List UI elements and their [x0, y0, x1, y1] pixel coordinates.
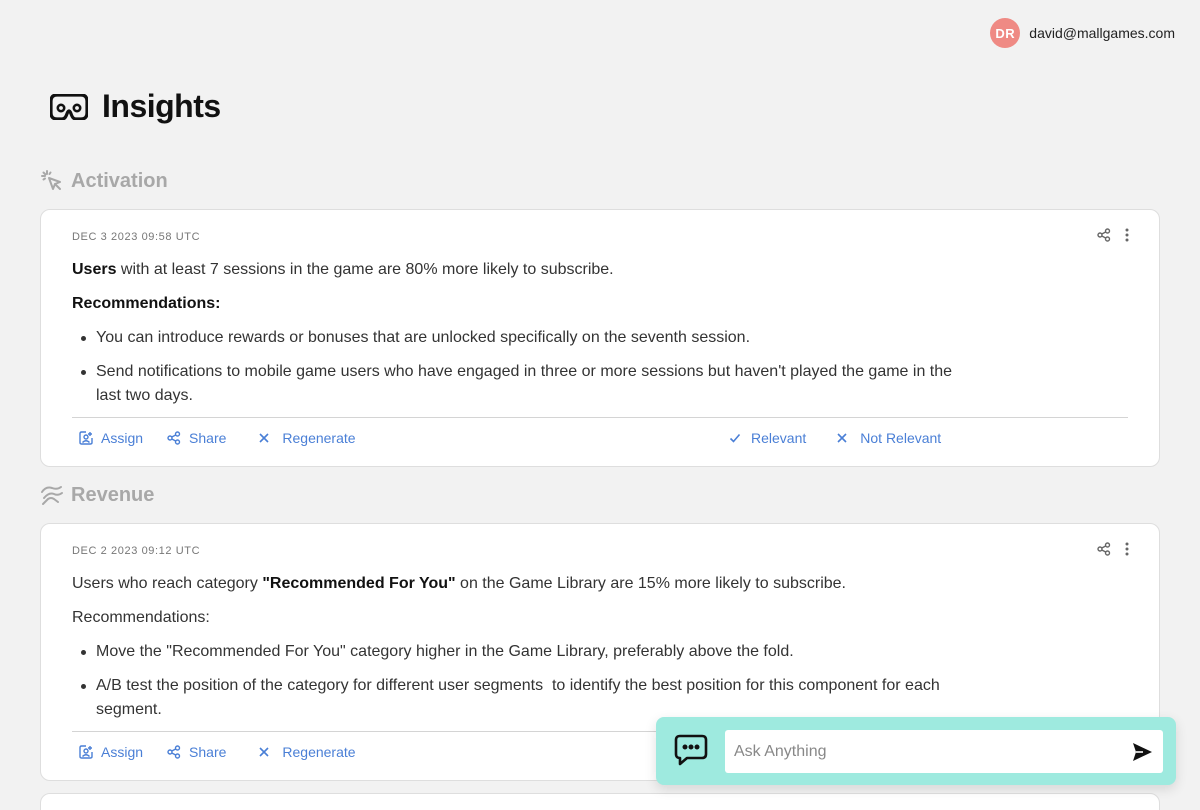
share-icon: [167, 745, 181, 759]
close-icon: [259, 747, 269, 757]
user-menu[interactable]: DR david@mallgames.com: [990, 18, 1175, 48]
avatar[interactable]: DR: [990, 18, 1021, 48]
recommendations-label: Recommendations:: [72, 295, 221, 312]
regenerate-button[interactable]: Regenerate: [258, 744, 356, 760]
share-button[interactable]: Share: [167, 430, 226, 446]
list-item: You can introduce rewards or bonuses tha…: [72, 326, 972, 350]
card-tools: [1097, 542, 1129, 556]
insight-body: Users with at least 7 sessions in the ga…: [72, 258, 972, 418]
page-header: Insights: [50, 88, 221, 125]
insight-date: DEC 3 2023 09:58 UTC: [72, 231, 201, 243]
chat-bubble-icon[interactable]: [674, 734, 708, 766]
section-title-label: Activation: [71, 169, 168, 192]
list-item: Send notifications to mobile game users …: [72, 360, 972, 408]
page-title: Insights: [102, 88, 221, 124]
cursor-click-icon: [40, 169, 64, 193]
check-icon: [729, 433, 741, 443]
card-tools: [1097, 228, 1129, 242]
assign-icon: [79, 431, 93, 445]
ask-anything-input[interactable]: [725, 742, 1115, 761]
chat-panel: [656, 717, 1176, 785]
list-item: A/B test the position of the category fo…: [72, 674, 992, 722]
insight-card-partial: [40, 793, 1160, 810]
section-title-activation: Activation: [40, 169, 168, 193]
not-relevant-button[interactable]: Not Relevant: [836, 430, 941, 446]
insight-body: Users who reach category "Recommended Fo…: [72, 572, 992, 732]
assign-button[interactable]: Assign: [79, 430, 143, 446]
chat-input-wrapper: [725, 730, 1163, 773]
user-email: david@mallgames.com: [1029, 25, 1175, 41]
share-button[interactable]: Share: [167, 744, 226, 760]
section-title-revenue: Revenue: [40, 483, 154, 507]
divider: [72, 417, 1128, 418]
more-vertical-icon[interactable]: [1125, 228, 1129, 242]
relevant-button[interactable]: Relevant: [729, 430, 806, 446]
list-item: Move the "Recommended For You" category …: [72, 640, 992, 664]
more-vertical-icon[interactable]: [1125, 542, 1129, 556]
card-actions: Assign Share Regenerate: [79, 430, 380, 446]
share-icon: [167, 431, 181, 445]
share-icon[interactable]: [1097, 542, 1111, 556]
card-actions: Assign Share Regenerate: [79, 744, 380, 760]
insight-headline: Users with at least 7 sessions in the ga…: [72, 261, 614, 278]
insight-date: DEC 2 2023 09:12 UTC: [72, 545, 201, 557]
feedback-actions: Relevant Not Relevant: [729, 430, 965, 446]
handshake-icon: [40, 483, 64, 507]
recommendations-list: Move the "Recommended For You" category …: [72, 640, 992, 722]
insight-card: DEC 3 2023 09:58 UTC Users with at least…: [40, 209, 1160, 467]
section-title-label: Revenue: [71, 483, 155, 506]
vr-headset-icon: [50, 93, 88, 120]
recommendations-label: Recommendations:: [72, 609, 210, 626]
close-icon: [837, 433, 847, 443]
insight-headline: Users who reach category "Recommended Fo…: [72, 575, 846, 592]
recommendations-list: You can introduce rewards or bonuses tha…: [72, 326, 972, 408]
send-icon[interactable]: [1131, 741, 1153, 763]
share-icon[interactable]: [1097, 228, 1111, 242]
assign-button[interactable]: Assign: [79, 744, 143, 760]
regenerate-button[interactable]: Regenerate: [258, 430, 356, 446]
close-icon: [259, 433, 269, 443]
assign-icon: [79, 745, 93, 759]
